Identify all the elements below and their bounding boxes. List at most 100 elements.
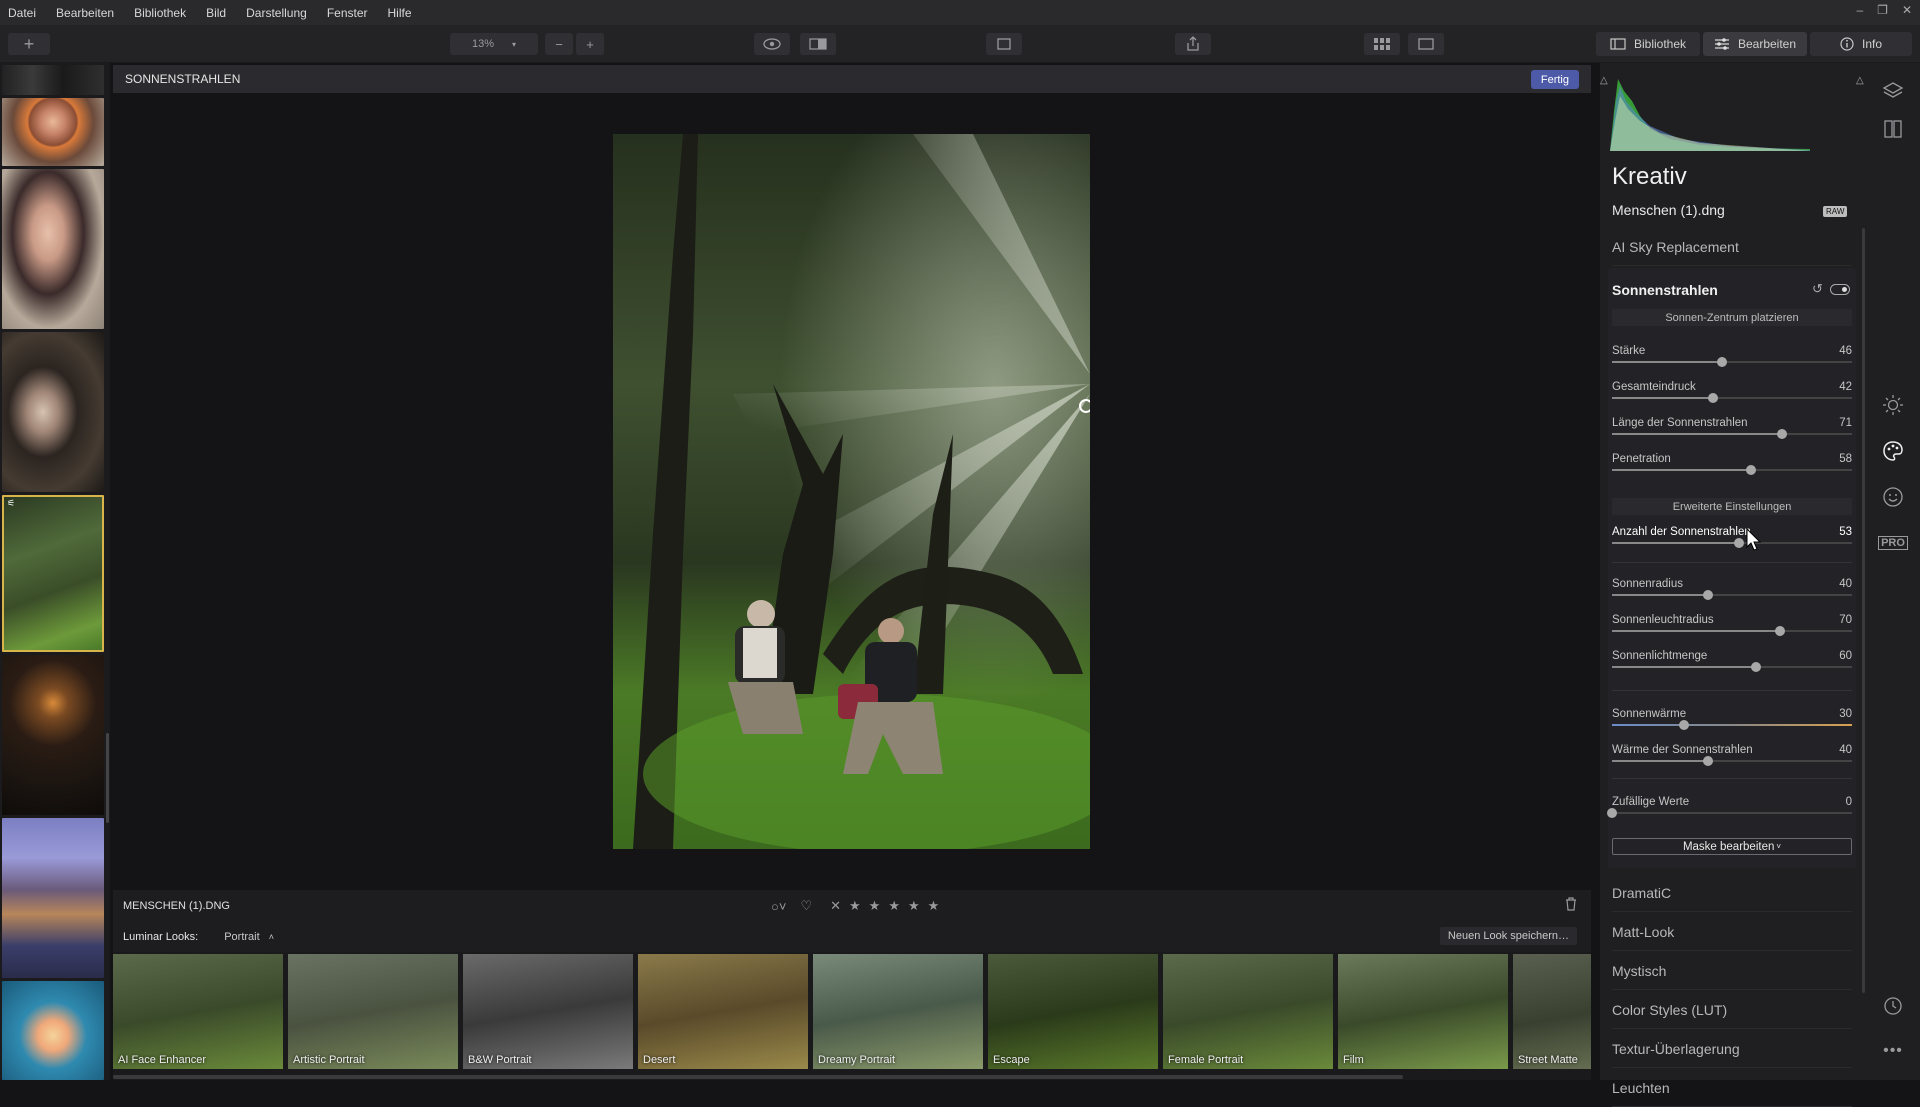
star-icon[interactable]: ★	[888, 898, 900, 914]
sun-essentials-icon[interactable]	[1881, 393, 1905, 417]
pro-tools-icon[interactable]: PRO	[1878, 531, 1908, 555]
star-icon[interactable]: ★	[928, 898, 940, 914]
edit-mask-label: Maske bearbeiten	[1682, 840, 1775, 853]
trash-icon[interactable]	[1565, 897, 1577, 916]
maximize-icon[interactable]: ❐	[1877, 3, 1888, 17]
look-thumbnail[interactable]: Desert	[638, 954, 808, 1069]
presets-icon[interactable]	[1881, 117, 1905, 141]
look-thumbnail[interactable]: Street Matte	[1513, 954, 1591, 1069]
menu-bearbeiten[interactable]: Bearbeiten	[46, 6, 124, 20]
save-look-button[interactable]: Neuen Look speichern…	[1439, 927, 1577, 945]
panel-scrollbar[interactable]	[1862, 228, 1865, 993]
slider-track[interactable]	[1612, 662, 1852, 672]
share-button[interactable]	[1175, 33, 1211, 55]
face-portrait-icon[interactable]	[1881, 485, 1905, 509]
look-thumbnail[interactable]: B&W Portrait	[463, 954, 633, 1069]
menu-datei[interactable]: Datei	[0, 6, 46, 20]
tool-category-item[interactable]: Mystisch	[1612, 952, 1852, 990]
slider-handle[interactable]	[1751, 662, 1761, 672]
look-thumbnail[interactable]: Female Portrait	[1163, 954, 1333, 1069]
slider-handle[interactable]	[1703, 756, 1713, 766]
history-icon[interactable]	[1881, 994, 1905, 1018]
close-icon[interactable]: ✕	[1902, 3, 1912, 17]
slider-track[interactable]	[1612, 756, 1852, 766]
tool-category-item[interactable]: DramatiC	[1612, 874, 1852, 912]
minimize-icon[interactable]: –	[1856, 3, 1863, 17]
slider-track[interactable]	[1612, 626, 1852, 636]
slider-handle[interactable]	[1607, 808, 1617, 818]
compare-button[interactable]	[800, 33, 836, 55]
tool-ai-sky-replacement[interactable]: AI Sky Replacement	[1612, 228, 1852, 266]
slider-track[interactable]	[1612, 590, 1852, 600]
menu-bild[interactable]: Bild	[196, 6, 236, 20]
tool-category-item[interactable]: Leuchten	[1612, 1069, 1852, 1107]
compare-icon	[809, 38, 827, 50]
layers-icon[interactable]	[1881, 79, 1905, 103]
look-thumbnail[interactable]: Escape	[988, 954, 1158, 1069]
look-thumbnail[interactable]: Dreamy Portrait	[813, 954, 983, 1069]
add-button[interactable]: +	[8, 33, 50, 55]
reset-icon[interactable]: ↺	[1812, 281, 1823, 297]
slider-label: Sonnenwärme	[1612, 708, 1687, 720]
filmstrip-thumb[interactable]	[2, 169, 104, 329]
done-button[interactable]: Fertig	[1530, 70, 1579, 89]
preview-button[interactable]	[754, 33, 790, 55]
main-photo[interactable]	[613, 134, 1090, 849]
tool-category-item[interactable]: Matt-Look	[1612, 913, 1852, 951]
looks-scrollbar[interactable]	[113, 1075, 1403, 1079]
menu-darstellung[interactable]: Darstellung	[236, 6, 317, 20]
star-icon[interactable]: ★	[869, 898, 881, 914]
clip-highlights-icon[interactable]: △	[1856, 75, 1864, 86]
filmstrip-thumb[interactable]	[2, 98, 104, 166]
look-thumbnail[interactable]: AI Face Enhancer	[113, 954, 283, 1069]
looks-category-select[interactable]: Portrait ˄	[224, 931, 274, 943]
tool-category-item[interactable]: Textur-Überlagerung	[1612, 1030, 1852, 1068]
slider-track[interactable]	[1612, 720, 1852, 730]
slider-track[interactable]	[1612, 357, 1852, 367]
reject-icon[interactable]: ✕	[830, 898, 841, 914]
filmstrip-scrollbar[interactable]	[106, 733, 109, 823]
crop-button[interactable]	[986, 33, 1022, 55]
tool-category-item[interactable]: Color Styles (LUT)	[1612, 991, 1852, 1029]
slider-handle[interactable]	[1775, 626, 1785, 636]
slider-handle[interactable]	[1679, 720, 1689, 730]
slider-track[interactable]	[1612, 393, 1852, 403]
edit-mask-button[interactable]: Maske bearbeiten ˅	[1612, 838, 1852, 855]
menu-fenster[interactable]: Fenster	[317, 6, 378, 20]
slider-track[interactable]	[1612, 465, 1852, 475]
visibility-toggle[interactable]	[1830, 284, 1850, 295]
star-icon[interactable]: ★	[849, 898, 861, 914]
color-label-icon[interactable]: ○˅	[771, 899, 786, 914]
clip-shadows-icon[interactable]: △	[1600, 75, 1608, 86]
look-thumbnail[interactable]: Artistic Portrait	[288, 954, 458, 1069]
filmstrip-thumb[interactable]	[2, 65, 104, 95]
slider-track[interactable]	[1607, 808, 1852, 818]
slider-track[interactable]	[1612, 429, 1852, 439]
filmstrip-thumb[interactable]	[2, 818, 104, 978]
zoom-select[interactable]: 13% ▾	[450, 33, 538, 55]
more-icon[interactable]: •••	[1881, 1039, 1905, 1063]
zoom-out-button[interactable]: −	[545, 33, 573, 55]
star-icon[interactable]: ★	[908, 898, 920, 914]
tab-info[interactable]: Info	[1810, 32, 1912, 56]
single-view-button[interactable]	[1408, 33, 1444, 55]
filmstrip-thumb[interactable]	[2, 332, 104, 492]
filmstrip-thumb-selected[interactable]: ⚟	[2, 495, 104, 652]
palette-creative-icon[interactable]	[1881, 439, 1905, 463]
slider-handle[interactable]	[1707, 393, 1718, 403]
tab-library[interactable]: Bibliothek	[1596, 32, 1700, 56]
tab-edit[interactable]: Bearbeiten	[1703, 32, 1807, 56]
slider-handle[interactable]	[1703, 590, 1713, 600]
filmstrip-thumb[interactable]	[2, 981, 104, 1080]
slider-track[interactable]	[1612, 538, 1852, 548]
menu-hilfe[interactable]: Hilfe	[378, 6, 422, 20]
filmstrip: ⚟	[0, 63, 110, 1080]
menu-bibliothek[interactable]: Bibliothek	[124, 6, 196, 20]
look-thumbnail[interactable]: Film	[1338, 954, 1508, 1069]
advanced-settings-button[interactable]: Erweiterte Einstellungen	[1612, 498, 1852, 515]
grid-view-button[interactable]	[1364, 33, 1400, 55]
filmstrip-thumb[interactable]	[2, 655, 104, 815]
zoom-in-button[interactable]: +	[576, 33, 604, 55]
place-sun-center-button[interactable]: Sonnen-Zentrum platzieren	[1612, 309, 1852, 326]
heart-icon[interactable]: ♡	[800, 898, 812, 914]
